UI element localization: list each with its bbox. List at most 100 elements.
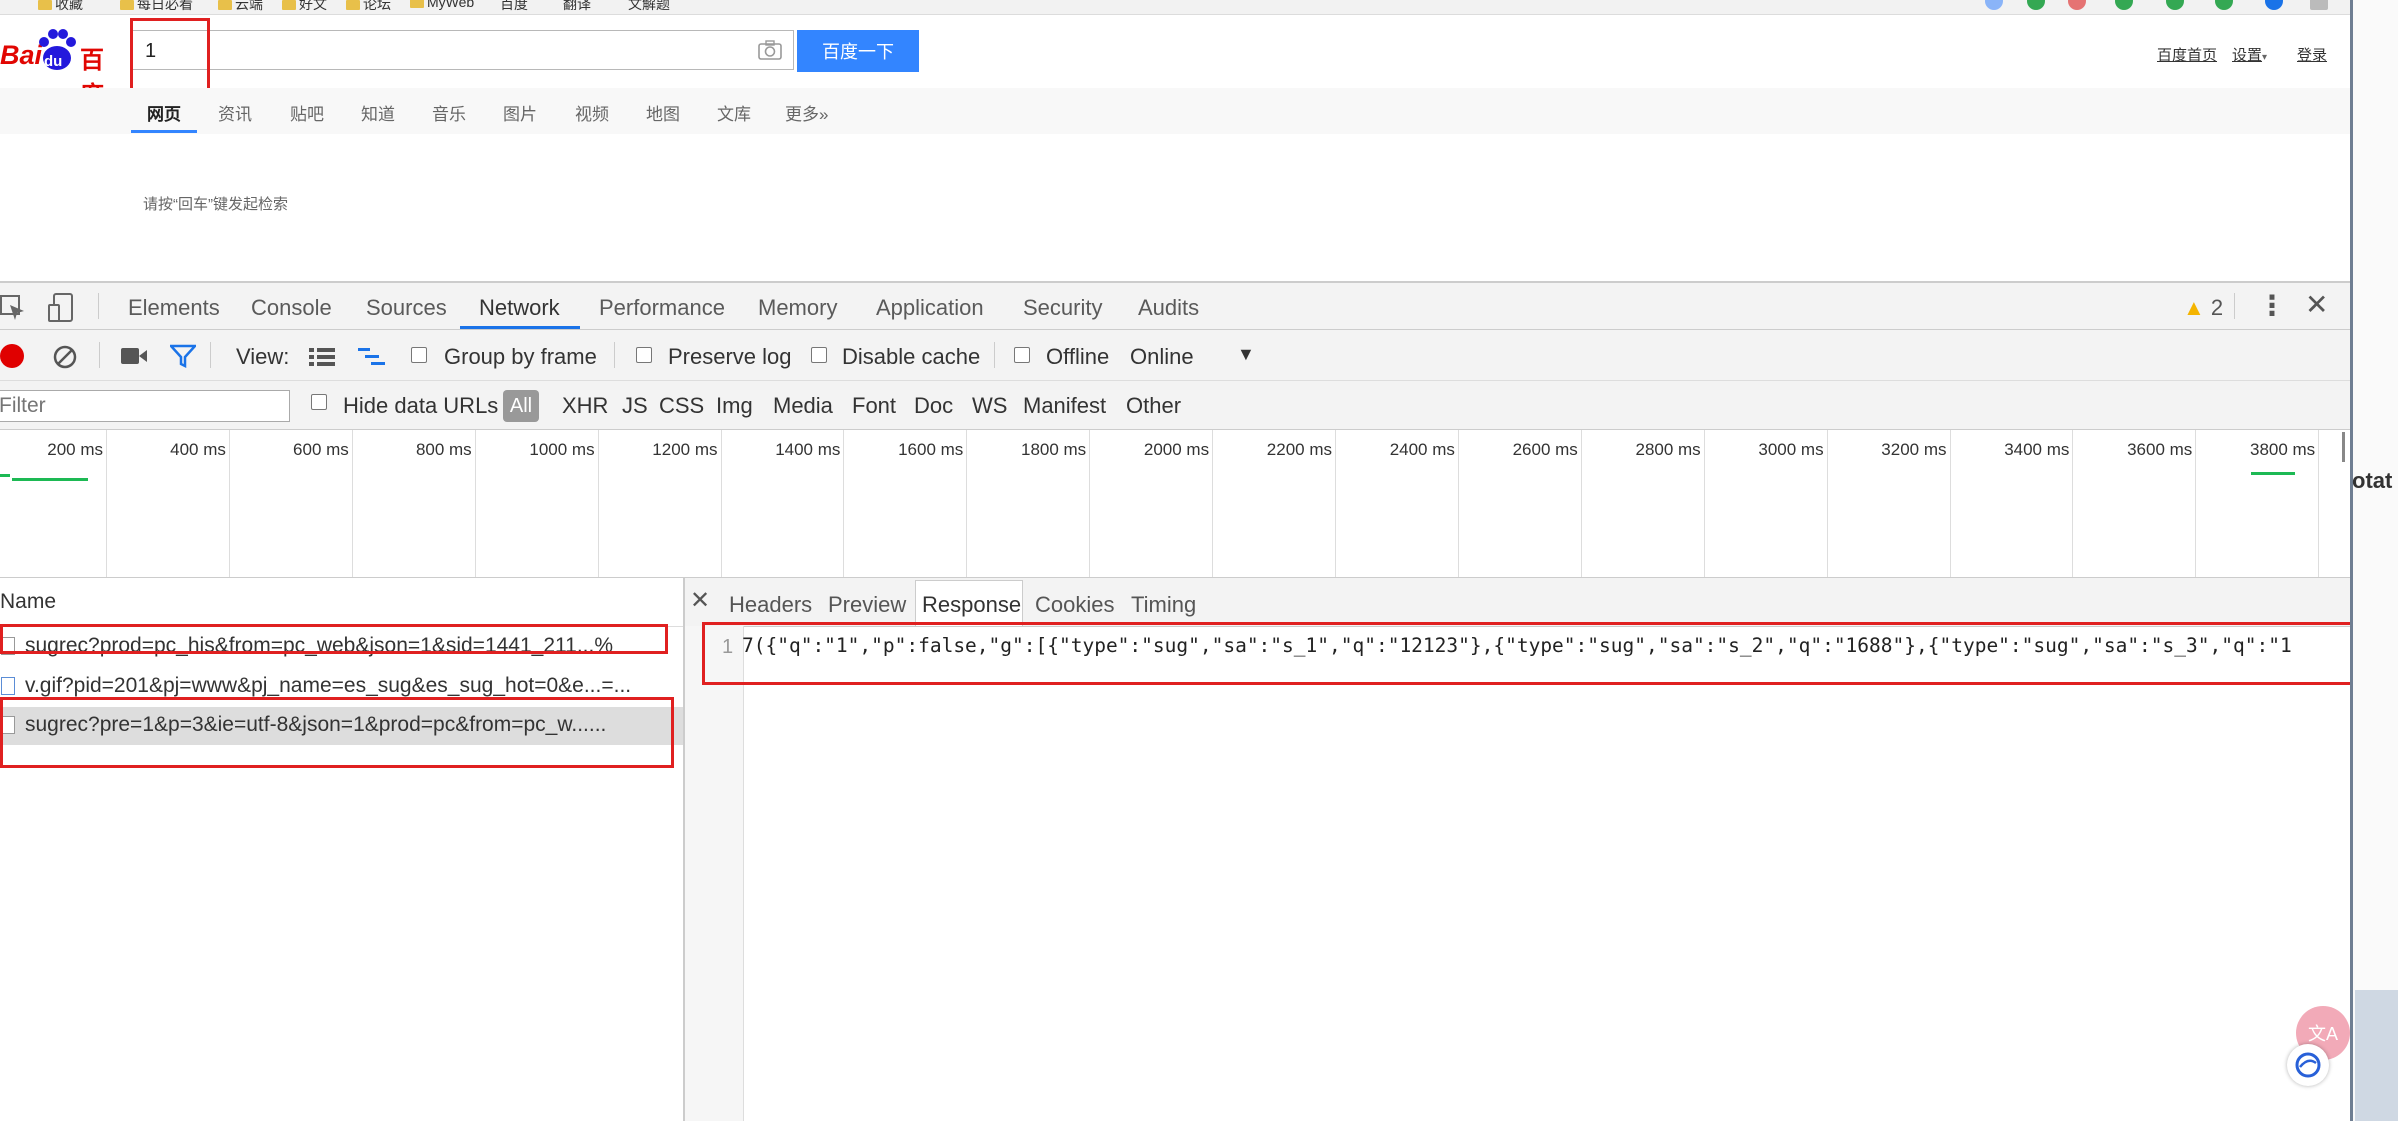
folder-icon (282, 0, 296, 11)
bookmark-item[interactable]: 云端 (218, 0, 263, 14)
screenshot-icon[interactable] (120, 346, 148, 366)
tab-timing[interactable]: Timing (1131, 592, 1196, 618)
tab-memory[interactable]: Memory (758, 295, 837, 321)
tab-network[interactable]: Network (479, 295, 560, 321)
warnings-indicator[interactable]: ▲ 2 (2183, 295, 2223, 321)
tab-audits[interactable]: Audits (1138, 295, 1199, 321)
filter-type-media[interactable]: Media (773, 393, 833, 419)
filter-type-img[interactable]: Img (716, 393, 753, 419)
tab-video[interactable]: 视频 (575, 100, 609, 125)
tab-news[interactable]: 资讯 (218, 100, 252, 125)
waterfall-icon[interactable] (357, 346, 387, 368)
extension-icon[interactable] (2166, 0, 2184, 10)
offline-checkbox[interactable] (1014, 347, 1030, 363)
filter-icon[interactable] (170, 344, 196, 368)
throttling-select[interactable]: Online (1130, 344, 1194, 370)
disable-cache-checkbox[interactable] (811, 347, 827, 363)
bookmark-item[interactable]: 论坛 (346, 0, 391, 14)
hide-data-urls-checkbox[interactable] (311, 394, 327, 410)
tab-webpage[interactable]: 网页 (147, 100, 181, 125)
desktop-strip (2350, 0, 2398, 1121)
tab-performance[interactable]: Performance (599, 295, 725, 321)
logo-du: du (44, 53, 63, 70)
search-icon[interactable] (2265, 0, 2283, 10)
login-link[interactable]: 登录 (2297, 44, 2327, 65)
tab-music[interactable]: 音乐 (432, 100, 466, 125)
floating-assistant-button[interactable] (2287, 1044, 2329, 1086)
search-button[interactable]: 百度一下 (797, 30, 919, 72)
timeline-gridline (1212, 430, 1214, 577)
folder-icon (120, 0, 134, 11)
inspect-icon[interactable] (0, 295, 26, 321)
preserve-log-checkbox[interactable] (636, 347, 652, 363)
extension-icon[interactable] (2215, 0, 2233, 10)
timeline-gridline (1949, 430, 1951, 577)
bookmark-item[interactable]: 好文 (282, 0, 327, 14)
group-by-frame-checkbox[interactable] (411, 347, 427, 363)
filter-type-other[interactable]: Other (1126, 393, 1181, 419)
tab-more[interactable]: 更多» (785, 100, 828, 125)
timeline-gridline (2072, 430, 2074, 577)
tab-images[interactable]: 图片 (503, 100, 537, 125)
timeline-gridline (1580, 430, 1582, 577)
bookmark-item[interactable]: 文解题 (628, 0, 670, 14)
tab-headers[interactable]: Headers (729, 592, 812, 618)
filter-type-all[interactable]: All (503, 390, 539, 422)
tab-zhidao[interactable]: 知道 (361, 100, 395, 125)
tab-wenku[interactable]: 文库 (717, 100, 751, 125)
folder-icon (346, 0, 360, 11)
tab-security[interactable]: Security (1023, 295, 1102, 321)
active-tab-underline (131, 130, 197, 133)
filter-type-js[interactable]: JS (622, 393, 648, 419)
large-rows-icon[interactable] (308, 346, 336, 368)
search-input[interactable] (132, 30, 794, 70)
filter-type-css[interactable]: CSS (659, 393, 704, 419)
tab-map[interactable]: 地图 (646, 100, 680, 125)
tab-elements[interactable]: Elements (128, 295, 220, 321)
timeline-tick-label: 1000 ms (529, 440, 595, 459)
device-toolbar-icon[interactable] (48, 293, 74, 323)
extension-icon[interactable] (1985, 0, 2003, 10)
close-icon[interactable]: ✕ (690, 586, 710, 615)
tab-tieba[interactable]: 贴吧 (290, 100, 324, 125)
timeline-gridline (597, 430, 599, 577)
timeline-tick-label: 1600 ms (898, 440, 964, 459)
bookmark-item[interactable]: 翻译 (563, 0, 591, 14)
folder-icon (410, 0, 424, 9)
homepage-link[interactable]: 百度首页 (2157, 44, 2217, 65)
assistant-icon (2295, 1052, 2321, 1078)
filter-type-ws[interactable]: WS (972, 393, 1007, 419)
extension-icon[interactable] (2027, 0, 2045, 10)
extension-icon[interactable] (2115, 0, 2133, 10)
dropdown-arrow-icon[interactable]: ▼ (1237, 344, 1255, 365)
tab-application[interactable]: Application (876, 295, 984, 321)
bookmark-item[interactable]: 每日必看 (120, 0, 193, 14)
filter-type-manifest[interactable]: Manifest (1023, 393, 1106, 419)
bookmark-item[interactable]: 百度 (500, 0, 528, 14)
clear-icon[interactable] (52, 344, 78, 370)
tab-preview[interactable]: Preview (828, 592, 906, 618)
tab-cookies[interactable]: Cookies (1035, 592, 1114, 618)
settings-link[interactable]: 设置▾ (2232, 44, 2267, 65)
filter-input[interactable] (0, 390, 290, 422)
window-icon[interactable] (2310, 0, 2328, 10)
camera-icon[interactable] (758, 40, 782, 60)
timeline-bar (0, 474, 10, 477)
name-column-header[interactable] (0, 578, 683, 627)
timeline-handle[interactable] (2342, 432, 2345, 462)
close-icon[interactable]: ✕ (2305, 288, 2328, 321)
tab-sources[interactable]: Sources (366, 295, 447, 321)
filter-type-xhr[interactable]: XHR (562, 393, 608, 419)
bookmark-item[interactable]: MyWeb (410, 0, 474, 10)
name-column-label: Name (0, 590, 57, 613)
scissors-icon[interactable] (2068, 0, 2086, 10)
kebab-menu-icon[interactable]: ⋮ (2258, 289, 2286, 322)
tab-response[interactable]: Response (922, 592, 1021, 618)
tab-console[interactable]: Console (251, 295, 332, 321)
baidu-logo[interactable]: Bai du 百度 (0, 28, 122, 109)
filter-type-doc[interactable]: Doc (914, 393, 953, 419)
side-text: otat (2352, 468, 2393, 493)
filter-type-font[interactable]: Font (852, 393, 896, 419)
bookmark-item[interactable]: 收藏 (38, 0, 83, 14)
record-icon[interactable] (0, 344, 24, 368)
